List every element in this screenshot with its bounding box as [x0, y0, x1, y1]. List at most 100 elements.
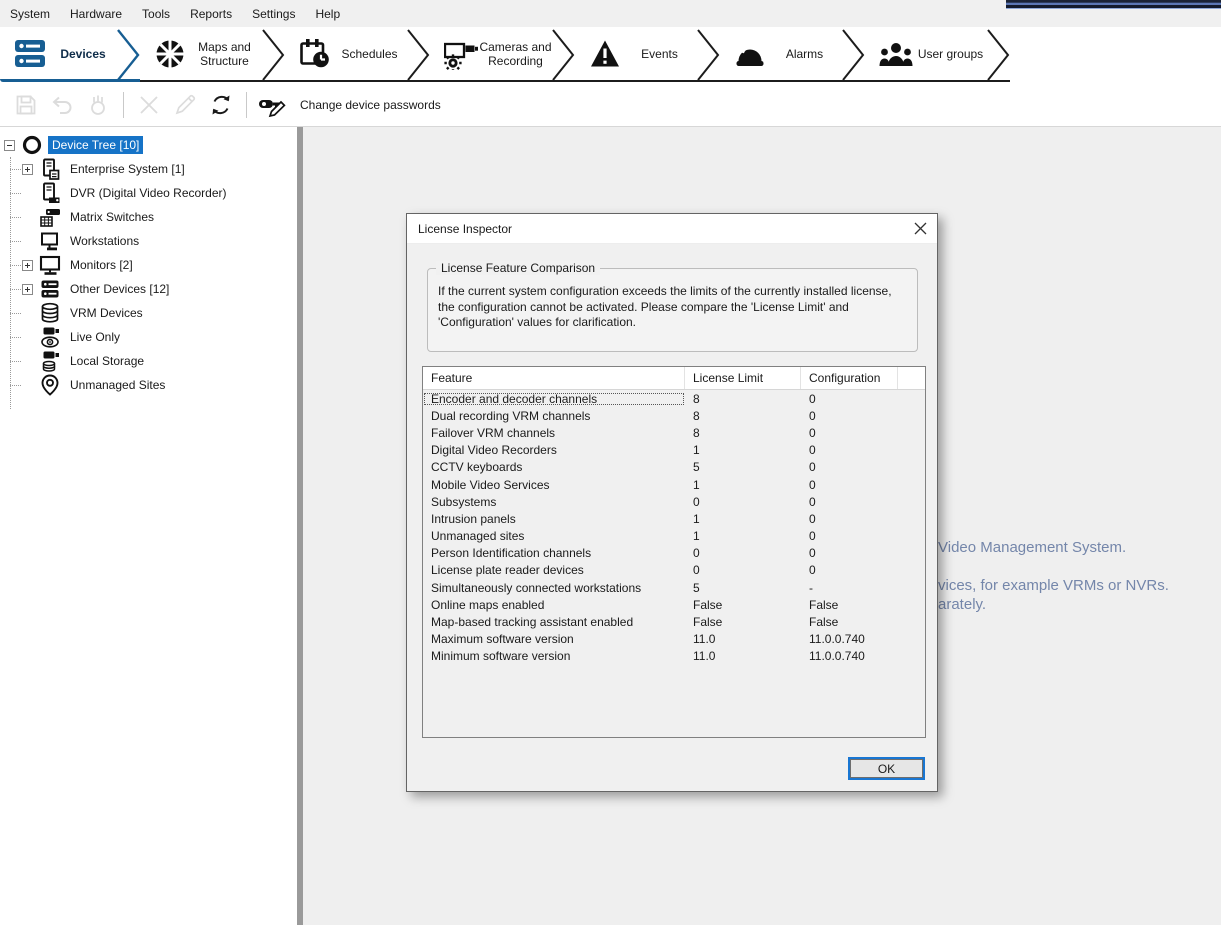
table-row[interactable]: Digital Video Recorders 1 0 [423, 442, 925, 459]
tree-item-device-tree[interactable]: Device Tree [10] [0, 133, 297, 157]
close-icon [914, 222, 927, 235]
cell-configuration: 0 [801, 460, 898, 474]
table-row[interactable]: License plate reader devices 0 0 [423, 562, 925, 579]
cell-license-limit: False [685, 598, 801, 612]
tree-item-other-devices[interactable]: Other Devices [12] [0, 277, 297, 301]
toolbar-separator [123, 92, 124, 118]
menu-system[interactable]: System [0, 0, 60, 27]
tab-schedules[interactable]: Schedules [285, 28, 430, 82]
table-row[interactable]: Dual recording VRM channels 8 0 [423, 407, 925, 424]
tab-user-groups-label: User groups [913, 47, 988, 61]
device-tree-panel: Device Tree [10] Enterprise System [1] D… [0, 127, 297, 925]
tab-maps-structure[interactable]: Maps and Structure [140, 28, 285, 82]
key-pencil-icon [258, 92, 286, 118]
column-header-license-limit[interactable]: License Limit [685, 367, 801, 389]
tree-item-label: Live Only [66, 328, 124, 346]
ribbon-tab-bar: Devices Maps and Structure Schedules Cam… [0, 27, 1221, 83]
tree-item-label: Matrix Switches [66, 208, 158, 226]
pencil-icon [173, 93, 197, 117]
tree-item-enterprise-system[interactable]: Enterprise System [1] [0, 157, 297, 181]
cell-feature: Subsystems [423, 495, 685, 509]
cell-license-limit: 0 [685, 546, 801, 560]
tree-item-live-only[interactable]: Live Only [0, 325, 297, 349]
cell-feature: Minimum software version [423, 649, 685, 663]
activate-button[interactable] [80, 89, 116, 121]
chevron-separator-icon [696, 28, 720, 82]
column-header-configuration[interactable]: Configuration [801, 367, 898, 389]
tab-events[interactable]: Events [575, 28, 720, 82]
devices-icon [14, 39, 48, 69]
cell-configuration: 0 [801, 392, 898, 406]
cell-feature: Encoder and decoder channels [423, 392, 685, 406]
change-passwords-label: Change device passwords [300, 98, 441, 112]
table-row[interactable]: Failover VRM channels 8 0 [423, 424, 925, 441]
table-row[interactable]: Subsystems 0 0 [423, 493, 925, 510]
tree-item-label: Local Storage [66, 352, 148, 370]
menu-settings[interactable]: Settings [242, 0, 305, 27]
table-row[interactable]: Maximum software version 11.0 11.0.0.740 [423, 631, 925, 648]
undo-button[interactable] [44, 89, 80, 121]
expander-plus-icon[interactable] [22, 260, 33, 271]
tree-item-monitors[interactable]: Monitors [2] [0, 253, 297, 277]
help-text-line: vices, for example VRMs or NVRs. [938, 577, 1169, 594]
tab-cameras-recording[interactable]: Cameras and Recording [430, 28, 575, 82]
cell-configuration: False [801, 598, 898, 612]
tree-item-dvr[interactable]: DVR (Digital Video Recorder) [0, 181, 297, 205]
tree-item-matrix-switches[interactable]: Matrix Switches [0, 205, 297, 229]
table-row[interactable]: Person Identification channels 0 0 [423, 545, 925, 562]
table-row[interactable]: CCTV keyboards 5 0 [423, 459, 925, 476]
camera-gear-icon [444, 38, 478, 70]
tab-maps-structure-label: Maps and Structure [186, 40, 263, 68]
dialog-title-bar[interactable]: License Inspector [407, 214, 937, 244]
ok-button[interactable]: OK [848, 757, 925, 780]
table-row[interactable]: Intrusion panels 1 0 [423, 510, 925, 527]
tree-item-label: Device Tree [10] [48, 136, 143, 154]
menu-reports[interactable]: Reports [180, 0, 242, 27]
tree-item-label: Other Devices [12] [66, 280, 173, 298]
tab-events-label: Events [621, 47, 698, 61]
tab-devices-label: Devices [48, 47, 118, 61]
cell-license-limit: 8 [685, 392, 801, 406]
calendar-clock-icon [299, 38, 331, 70]
tree-item-vrm-devices[interactable]: VRM Devices [0, 301, 297, 325]
menu-help[interactable]: Help [305, 0, 350, 27]
menu-hardware[interactable]: Hardware [60, 0, 132, 27]
matrix-switch-icon [39, 206, 61, 228]
chevron-separator-icon [261, 28, 285, 82]
save-button[interactable] [8, 89, 44, 121]
cell-feature: Digital Video Recorders [423, 443, 685, 457]
expander-minus-icon[interactable] [4, 140, 15, 151]
table-row[interactable]: Simultaneously connected workstations 5 … [423, 579, 925, 596]
tab-user-groups[interactable]: User groups [865, 28, 1010, 82]
refresh-button[interactable] [203, 89, 239, 121]
table-row[interactable]: Encoder and decoder channels 8 0 [423, 390, 925, 407]
delete-button[interactable] [131, 89, 167, 121]
chevron-separator-icon [841, 28, 865, 82]
tree-item-label: VRM Devices [66, 304, 147, 322]
tree-item-local-storage[interactable]: Local Storage [0, 349, 297, 373]
rename-button[interactable] [167, 89, 203, 121]
refresh-icon [208, 92, 234, 118]
tab-alarms[interactable]: Alarms [720, 28, 865, 82]
tree-item-unmanaged-sites[interactable]: Unmanaged Sites [0, 373, 297, 397]
table-row[interactable]: Minimum software version 11.0 11.0.0.740 [423, 648, 925, 665]
expander-plus-icon[interactable] [22, 284, 33, 295]
expander-plus-icon[interactable] [22, 164, 33, 175]
change-passwords-button[interactable] [254, 89, 290, 121]
table-row[interactable]: Map-based tracking assistant enabled Fal… [423, 613, 925, 630]
chevron-separator-icon [551, 28, 575, 82]
table-row[interactable]: Unmanaged sites 1 0 [423, 528, 925, 545]
table-row[interactable]: Online maps enabled False False [423, 596, 925, 613]
menu-tools[interactable]: Tools [132, 0, 180, 27]
cell-feature: Person Identification channels [423, 546, 685, 560]
ring-icon [21, 134, 43, 156]
tree-item-workstations[interactable]: Workstations [0, 229, 297, 253]
cell-configuration: 0 [801, 512, 898, 526]
dialog-close-button[interactable] [903, 214, 937, 244]
tree-item-label: Unmanaged Sites [66, 376, 169, 394]
tab-devices[interactable]: Devices [0, 28, 140, 82]
cell-license-limit: 8 [685, 409, 801, 423]
column-header-feature[interactable]: Feature [423, 367, 685, 389]
table-row[interactable]: Mobile Video Services 1 0 [423, 476, 925, 493]
user-group-icon [879, 39, 913, 69]
